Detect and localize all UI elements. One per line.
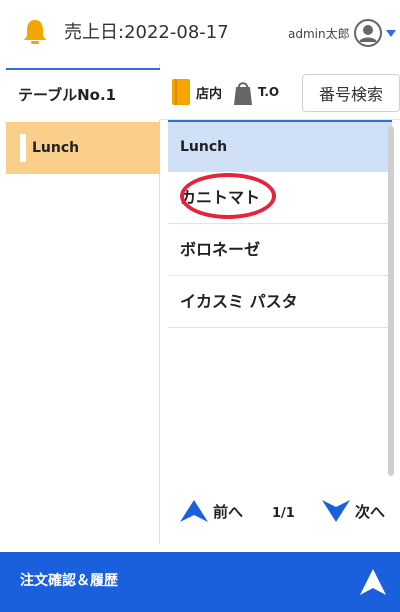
take-out-bag-icon	[234, 82, 252, 105]
menu-book-icon	[172, 79, 190, 105]
number-search-button[interactable]: 番号検索	[302, 74, 400, 112]
user-name[interactable]: admin太郎	[288, 25, 350, 42]
order-confirm-history-label: 注文確認＆履歴	[20, 573, 118, 589]
table-tab[interactable]: テーブルNo.1	[6, 68, 160, 120]
user-avatar-icon[interactable]	[353, 18, 383, 48]
menu-item[interactable]: カニトマト	[168, 172, 392, 224]
menu-list: Lunch カニトマト ボロネーゼ イカスミ パスタ	[168, 120, 392, 486]
arrow-up-icon[interactable]	[358, 566, 388, 598]
pager: 前へ 1/1 次へ	[160, 484, 400, 544]
scrollbar-thumb[interactable]	[388, 126, 394, 476]
menu-pane: 店内 T.O 番号検索 Lunch カニトマト ボロネーゼ イカスミ パスタ	[160, 64, 400, 544]
chevron-down-icon[interactable]	[384, 26, 398, 40]
menu-item[interactable]: イカスミ パスタ	[168, 276, 392, 328]
order-confirm-footer[interactable]: 注文確認＆履歴	[0, 552, 400, 612]
next-page-button[interactable]: 次へ	[320, 498, 385, 524]
take-out-button[interactable]: T.O	[232, 77, 279, 107]
category-item-lunch[interactable]: Lunch	[6, 122, 160, 174]
next-label: 次へ	[355, 502, 386, 521]
take-out-label: T.O	[258, 85, 280, 99]
page-indicator: 1/1	[272, 506, 295, 521]
menu-scrollbar[interactable]	[388, 120, 394, 486]
dine-in-button[interactable]: 店内	[170, 77, 222, 107]
category-label: Lunch	[32, 140, 80, 156]
selected-indicator	[20, 134, 26, 162]
arrow-down-icon	[322, 500, 350, 522]
category-pane: テーブルNo.1 Lunch	[0, 64, 160, 544]
order-type-toolbar: 店内 T.O 番号検索	[160, 64, 400, 120]
menu-category-header: Lunch	[168, 120, 392, 172]
dine-in-label: 店内	[196, 86, 223, 102]
prev-label: 前へ	[213, 502, 244, 521]
bell-icon[interactable]	[20, 17, 50, 47]
arrow-up-icon	[180, 500, 208, 522]
prev-page-button[interactable]: 前へ	[178, 498, 243, 524]
app-header: 売上日:2022-08-17 admin太郎	[0, 0, 400, 64]
sales-date: 売上日:2022-08-17	[64, 22, 229, 43]
menu-item[interactable]: ボロネーゼ	[168, 224, 392, 276]
